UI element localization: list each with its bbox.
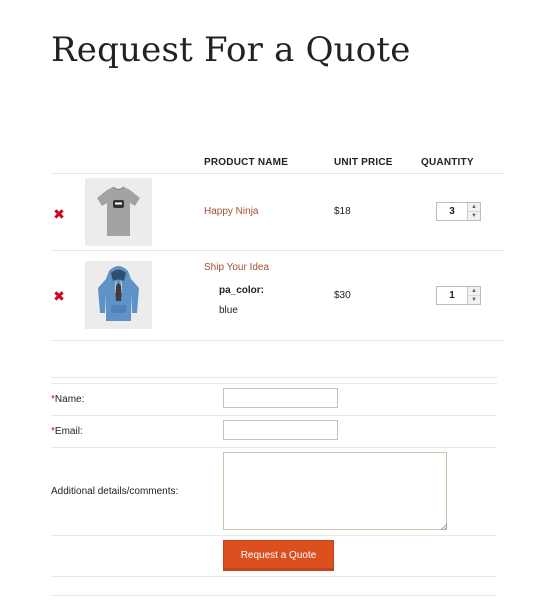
stepper-down-icon[interactable]: ▼ xyxy=(467,296,480,304)
form-row-submit: Request a Quote xyxy=(51,535,497,577)
quantity-stepper: ▲ ▼ xyxy=(436,286,481,305)
comments-textarea[interactable] xyxy=(223,452,447,530)
gray-tshirt-ninja-image xyxy=(85,178,152,246)
table-row: ✖ Ship Your Idea pa_color: blue $30 ▲ ▼ xyxy=(51,251,504,341)
resize-grip-icon[interactable] xyxy=(440,523,448,531)
remove-x-icon[interactable]: ✖ xyxy=(52,289,66,303)
comments-label: Additional details/comments: xyxy=(51,486,179,497)
unit-price: $30 xyxy=(334,290,351,301)
column-header-product-name: PRODUCT NAME xyxy=(204,157,289,168)
quantity-input[interactable] xyxy=(437,287,467,304)
stepper-up-icon[interactable]: ▲ xyxy=(467,287,480,296)
quantity-stepper: ▲ ▼ xyxy=(436,202,481,221)
bottom-divider xyxy=(51,595,497,596)
product-thumbnail-hoodie[interactable] xyxy=(85,261,152,329)
quantity-input[interactable] xyxy=(437,203,467,220)
unit-price: $18 xyxy=(334,206,351,217)
product-link-happy-ninja[interactable]: Happy Ninja xyxy=(204,206,258,217)
table-row: ✖ Happy Ninja $18 ▲ ▼ xyxy=(51,174,504,251)
form-row-email: *Email: xyxy=(51,415,497,447)
remove-x-icon[interactable]: ✖ xyxy=(52,207,66,221)
form-row-comments: Additional details/comments: xyxy=(51,447,497,535)
quote-request-form: *Name: *Email: Additional details/commen… xyxy=(51,383,497,577)
product-thumbnail-tshirt[interactable] xyxy=(85,178,152,246)
request-quote-button[interactable]: Request a Quote xyxy=(223,540,334,571)
name-input[interactable] xyxy=(223,388,338,408)
form-row-name: *Name: xyxy=(51,383,497,415)
name-label-text: Name: xyxy=(54,394,85,405)
quote-cart-table: PRODUCT NAME UNIT PRICE QUANTITY ✖ Happy… xyxy=(51,150,504,341)
email-input[interactable] xyxy=(223,420,338,440)
stepper-up-icon[interactable]: ▲ xyxy=(467,203,480,212)
blue-hoodie-image xyxy=(85,261,152,329)
column-header-quantity: QUANTITY xyxy=(421,157,474,168)
page-title: Request For a Quote xyxy=(51,30,411,70)
email-label: *Email: xyxy=(51,426,83,437)
email-label-text: Email: xyxy=(54,426,83,437)
stepper-down-icon[interactable]: ▼ xyxy=(467,212,480,220)
attribute-value: blue xyxy=(219,305,238,316)
column-header-unit-price: UNIT PRICE xyxy=(334,157,393,168)
section-divider xyxy=(51,377,497,378)
table-header: PRODUCT NAME UNIT PRICE QUANTITY xyxy=(51,150,504,174)
name-label: *Name: xyxy=(51,394,84,405)
attribute-key: pa_color: xyxy=(219,285,265,296)
product-link-ship-your-idea[interactable]: Ship Your Idea xyxy=(204,262,269,273)
